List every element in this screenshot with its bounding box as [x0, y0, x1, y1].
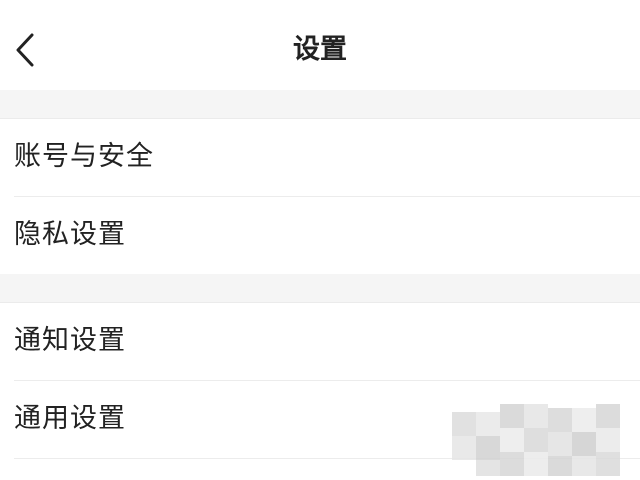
settings-item-privacy[interactable]: 隐私设置 — [0, 197, 640, 274]
settings-item-label: 通知设置 — [14, 325, 126, 356]
settings-screen: 设置 账号与安全 隐私设置 通知设置 通用设置 — [0, 0, 640, 480]
section-gap — [0, 90, 640, 119]
settings-item-label: 隐私设置 — [14, 219, 126, 250]
settings-item-account-security[interactable]: 账号与安全 — [0, 119, 640, 196]
settings-item-label: 通用设置 — [14, 403, 126, 434]
nav-bar: 设置 — [0, 0, 640, 90]
settings-group-1: 账号与安全 隐私设置 — [0, 119, 640, 274]
pixelated-watermark — [452, 404, 620, 476]
page-title: 设置 — [293, 34, 347, 65]
section-gap — [0, 274, 640, 303]
settings-item-notifications[interactable]: 通知设置 — [0, 303, 640, 380]
settings-item-label: 账号与安全 — [14, 141, 154, 172]
